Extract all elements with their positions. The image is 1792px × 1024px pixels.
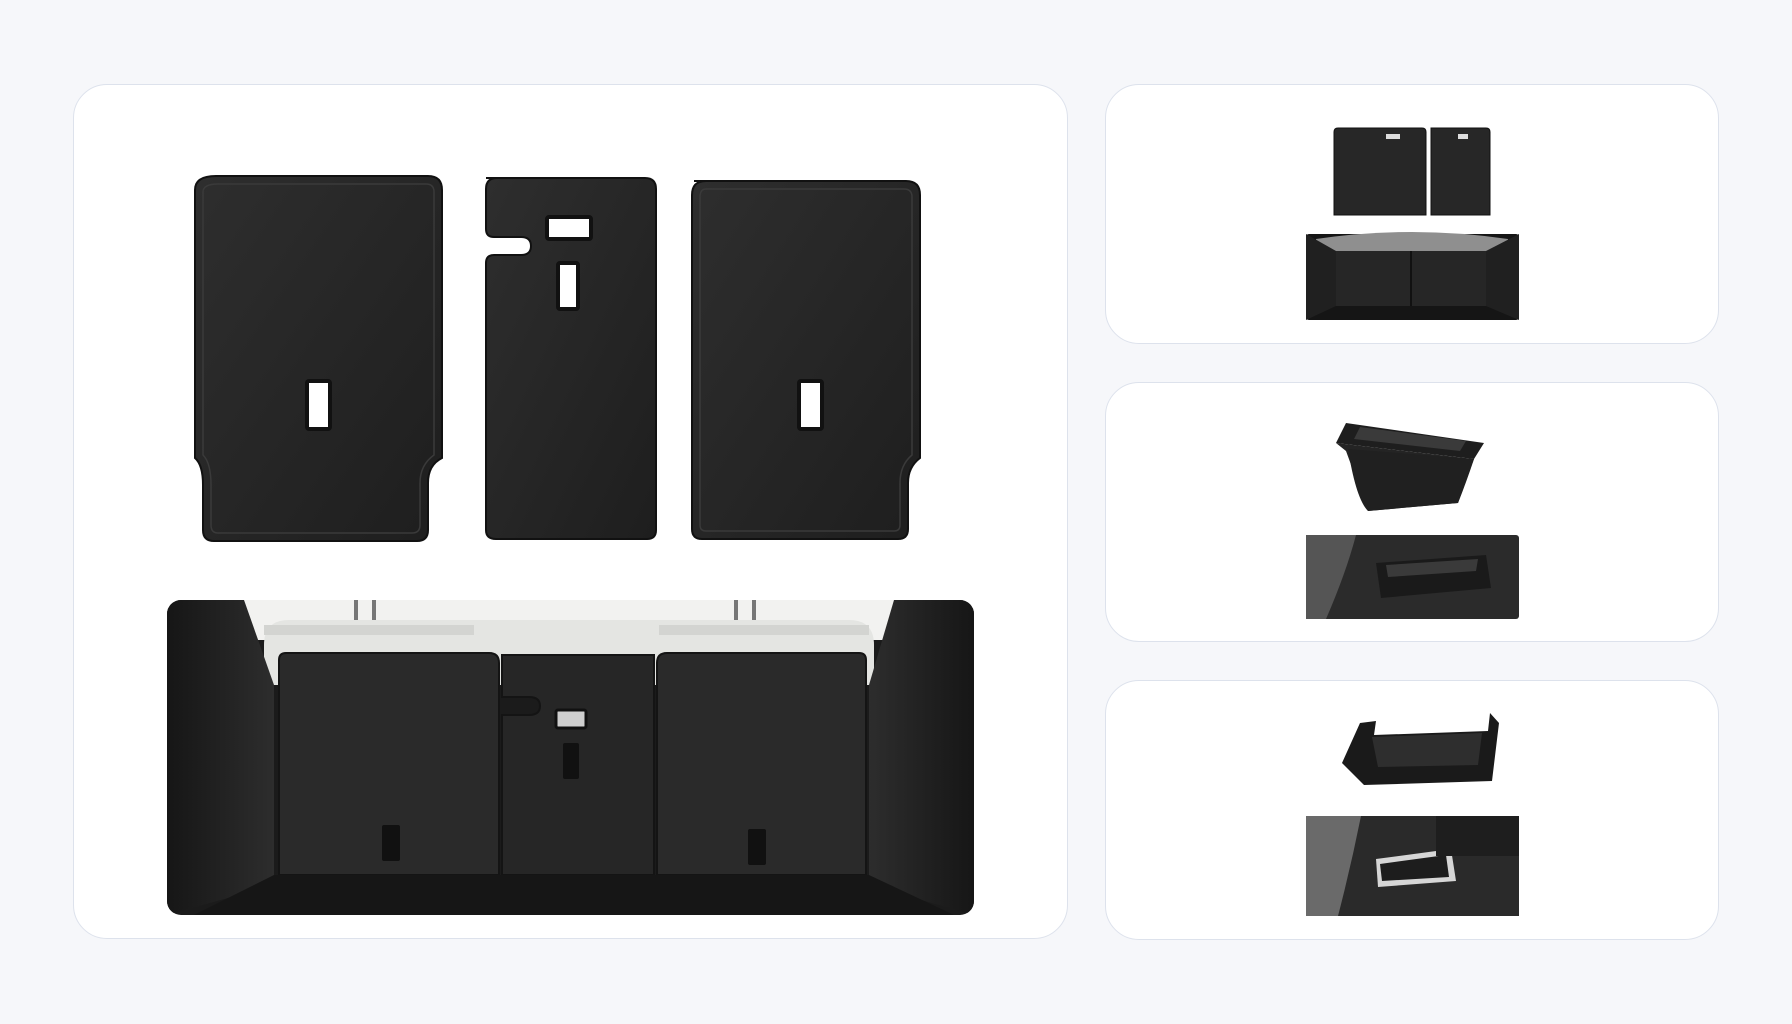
- right-mat: [691, 180, 921, 540]
- thumbnail-seat-back-mats[interactable]: [1105, 84, 1719, 344]
- installed-trunk-scene: [167, 600, 974, 915]
- storage-tray-thumbnail-image: [1306, 423, 1519, 619]
- thumbnail-under-seat-tray[interactable]: [1105, 382, 1719, 642]
- seat-back-mats-product-image: [167, 175, 974, 915]
- left-mat: [194, 175, 443, 542]
- storage-box-thumbnail-image: [1306, 713, 1519, 916]
- thumbnail-under-seat-box[interactable]: [1105, 680, 1719, 940]
- split-mats-thumbnail-image: [1306, 127, 1519, 320]
- main-product-card[interactable]: [73, 84, 1068, 939]
